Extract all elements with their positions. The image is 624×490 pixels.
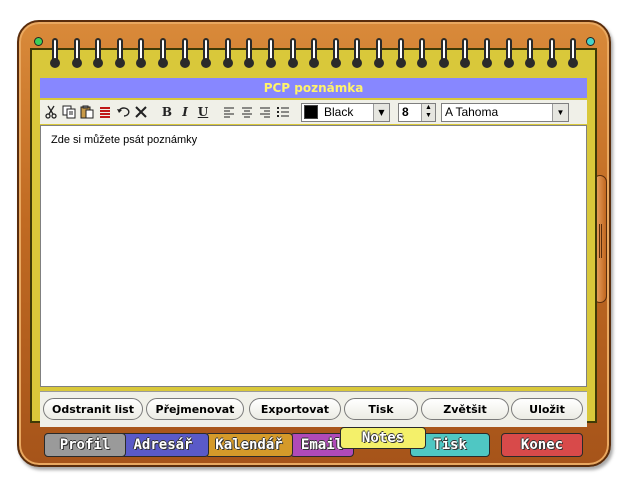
text-color-icon[interactable] [97,104,113,120]
export-button[interactable]: Exportovat [249,398,341,420]
undo-icon[interactable] [115,104,131,120]
tab-konec[interactable]: Konec [501,433,583,457]
spiral-coil [50,38,60,72]
spiral-coil [568,38,579,72]
align-center-icon[interactable] [239,104,255,120]
spiral-coil [158,38,168,72]
spiral-coil [244,38,255,72]
clear-icon[interactable] [133,104,149,120]
color-select[interactable]: Black ▼ [301,102,390,122]
spiral-coil [71,38,82,72]
spiral-coil [114,38,125,72]
tab-profil[interactable]: Profil [44,433,126,457]
underline-icon[interactable]: U [195,104,211,120]
spiral-coil [438,38,449,72]
copy-icon[interactable] [61,104,77,120]
color-select-value: Black [324,105,354,119]
spiral-coil [136,38,147,72]
spiral-coil [309,38,320,72]
left-indicator-dot [34,37,43,46]
spiral-coil [417,38,428,72]
print-button[interactable]: Tisk [344,398,418,420]
spiral-coil [460,38,471,72]
spiral-coil [93,38,104,72]
spiral-coil [546,38,557,72]
spiral-coil [352,38,363,72]
spiral-coil [525,38,536,72]
rename-button[interactable]: Přejmenovat [146,398,244,420]
save-button[interactable]: Uložit [511,398,583,420]
italic-icon[interactable]: I [177,104,193,120]
remove-sheet-button[interactable]: Odstranit list [43,398,143,420]
tab-notes[interactable]: Notes [340,427,426,449]
align-left-icon[interactable] [221,104,237,120]
bold-icon[interactable]: B [159,104,175,120]
spiral-coil [222,38,233,72]
editor-text: Zde si můžete psát poznámky [51,134,198,146]
zoom-button[interactable]: Zvětšit [421,398,509,420]
note-editor[interactable]: Zde si můžete psát poznámky [40,125,587,387]
bullets-icon[interactable] [275,104,291,120]
color-swatch [304,105,318,119]
tab-kalendar[interactable]: Kalendář [205,433,293,457]
spinner-icon[interactable]: ▲ ▼ [421,103,435,121]
spiral-coil [503,38,514,72]
formatting-toolbar: B I U Black ▼ 8 ▲ ▼ A Tahoma ▼ [40,100,587,124]
notebook-app: PCP poznámka B I U Black ▼ 8 ▲ ▼ A Tahom… [0,0,624,490]
spiral-coil [179,38,190,72]
font-size-value: 8 [402,104,409,119]
chevron-down-icon[interactable]: ▼ [552,103,568,121]
font-size-stepper[interactable]: 8 ▲ ▼ [398,102,436,122]
font-select-value: A Tahoma [445,104,499,119]
cut-icon[interactable] [43,104,59,120]
spiral-coil [374,38,384,72]
spiral-coil [266,38,276,72]
note-title: PCP poznámka [40,78,587,98]
right-indicator-dot [586,37,595,46]
chevron-down-icon[interactable]: ▼ [373,103,389,121]
paste-icon[interactable] [79,104,95,120]
action-bar: Odstranit list Přejmenovat Exportovat Ti… [40,391,587,427]
spiral-coil [330,38,341,72]
spiral-coil [287,38,298,72]
tab-adresar[interactable]: Adresář [117,433,209,457]
align-right-icon[interactable] [257,104,273,120]
spiral-coil [482,38,492,72]
font-select[interactable]: A Tahoma ▼ [441,102,569,122]
spiral-coil [201,38,212,72]
spiral-coil [395,38,406,72]
